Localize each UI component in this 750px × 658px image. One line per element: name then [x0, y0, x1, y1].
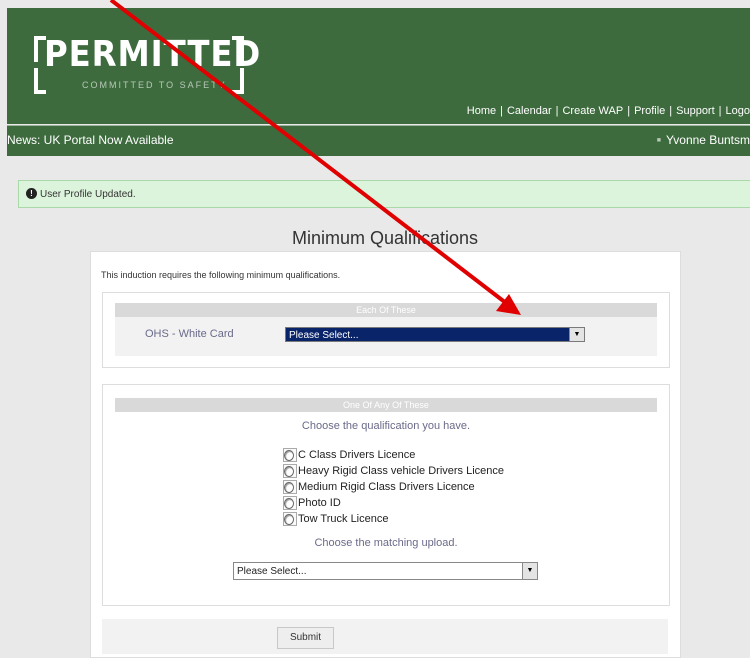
- ohs-select-value: Please Select...: [289, 330, 359, 341]
- radio-button[interactable]: [284, 513, 294, 525]
- each-of-these-section: Each Of These OHS - White Card Please Se…: [102, 292, 670, 368]
- radio-button[interactable]: [284, 497, 294, 509]
- any-section-header: One Of Any Of These: [115, 398, 657, 412]
- success-alert: ! User Profile Updated.: [18, 180, 750, 208]
- permitted-logo[interactable]: PERMITTED COMMITTED TO SAFETY: [34, 28, 264, 108]
- radio-label[interactable]: Medium Rigid Class Drivers Licence: [298, 481, 475, 493]
- radio-label[interactable]: Tow Truck Licence: [298, 513, 388, 525]
- nav-separator: |: [669, 105, 673, 117]
- choose-qualification-text: Choose the qualification you have.: [301, 420, 471, 432]
- logo-wordmark: PERMITTED: [44, 34, 262, 75]
- news-bar: News: UK Portal Now Available ■ Yvonne Bu…: [7, 125, 750, 156]
- logo-bracket-icon: [232, 68, 244, 94]
- nav-separator: |: [555, 105, 559, 117]
- radio-label[interactable]: Photo ID: [298, 497, 341, 509]
- upload-select[interactable]: Please Select... ▼: [233, 562, 538, 580]
- user-status-icon: ■: [656, 137, 661, 145]
- radio-label[interactable]: Heavy Rigid Class vehicle Drivers Licenc…: [298, 465, 504, 477]
- ohs-white-card-label: OHS - White Card: [145, 328, 234, 340]
- radio-option[interactable]: Tow Truck Licence: [283, 511, 504, 527]
- logo-tagline: COMMITTED TO SAFETY: [82, 80, 227, 90]
- top-navigation: Home | Calendar | Create WAP | Profile | Support…: [467, 105, 750, 117]
- nav-separator: |: [718, 105, 722, 117]
- dropdown-arrow-icon[interactable]: ▼: [569, 328, 584, 341]
- each-section-inner: Each Of These OHS - White Card Please Se…: [115, 303, 657, 356]
- radio-button[interactable]: [284, 449, 294, 461]
- radio-button[interactable]: [284, 465, 294, 477]
- form-footer: Submit: [102, 619, 668, 654]
- radio-option[interactable]: Heavy Rigid Class vehicle Drivers Licenc…: [283, 463, 504, 479]
- alert-message: User Profile Updated.: [40, 189, 136, 200]
- dropdown-arrow-icon[interactable]: ▼: [522, 563, 537, 579]
- user-menu[interactable]: ■ Yvonne Buntsm: [657, 133, 750, 147]
- radio-option[interactable]: Medium Rigid Class Drivers Licence: [283, 479, 504, 495]
- nav-support-link[interactable]: Support: [676, 105, 715, 117]
- qualification-radio-group: C Class Drivers Licence Heavy Rigid Clas…: [283, 447, 504, 527]
- radio-option[interactable]: Photo ID: [283, 495, 504, 511]
- info-icon: !: [26, 188, 37, 199]
- page-title: Minimum Qualifications: [291, 228, 479, 248]
- nav-separator: |: [500, 105, 503, 117]
- ohs-white-card-select[interactable]: Please Select... ▼: [285, 327, 585, 342]
- site-header: PERMITTED COMMITTED TO SAFETY Home | Calen…: [7, 8, 750, 124]
- nav-home-link[interactable]: Home: [467, 105, 496, 117]
- nav-profile-link[interactable]: Profile: [634, 105, 665, 117]
- news-ticker[interactable]: News: UK Portal Now Available: [7, 133, 174, 147]
- upload-select-value: Please Select...: [237, 566, 307, 577]
- qualifications-panel: This induction requires the following mi…: [90, 251, 681, 658]
- submit-button[interactable]: Submit: [277, 627, 334, 649]
- nav-logout-link[interactable]: Logo: [726, 105, 750, 117]
- user-name: Yvonne Buntsm: [665, 133, 750, 147]
- choose-upload-text: Choose the matching upload.: [314, 537, 458, 549]
- nav-calendar-link[interactable]: Calendar: [507, 105, 552, 117]
- one-of-any-section: One Of Any Of These Choose the qualifica…: [102, 384, 670, 606]
- nav-separator: |: [627, 105, 631, 117]
- radio-button[interactable]: [284, 481, 294, 493]
- radio-label[interactable]: C Class Drivers Licence: [298, 449, 415, 461]
- each-section-header: Each Of These: [115, 303, 657, 317]
- logo-bracket-icon: [232, 36, 244, 62]
- intro-text: This induction requires the following mi…: [101, 270, 341, 280]
- nav-create-wap-link[interactable]: Create WAP: [562, 105, 623, 117]
- radio-option[interactable]: C Class Drivers Licence: [283, 447, 504, 463]
